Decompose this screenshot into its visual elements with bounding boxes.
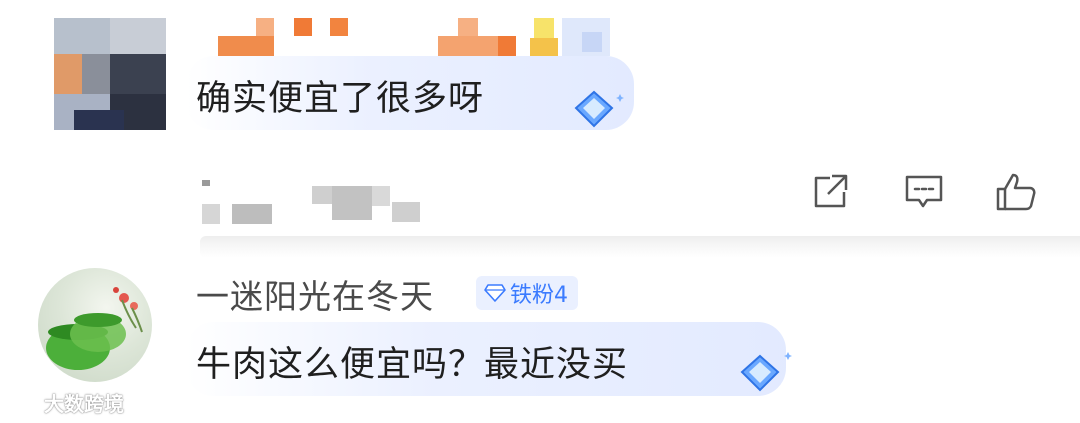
weibo-logo-icon: [10, 393, 39, 414]
fan-badge-label: 铁粉4: [510, 283, 568, 308]
share-icon[interactable]: [808, 170, 852, 214]
username[interactable]: 一迷阳光在冬天: [196, 270, 434, 318]
comment-icon[interactable]: [902, 170, 946, 214]
divider: [200, 236, 1080, 258]
avatar[interactable]: [38, 268, 152, 382]
timestamp-blurred: [196, 176, 436, 226]
fan-diamond-icon: [484, 284, 506, 302]
username-blurred: [218, 18, 628, 58]
watermark: 大数跨境: [10, 388, 124, 417]
blue-diamond-icon: [736, 350, 792, 394]
thumbs-up-icon[interactable]: [994, 170, 1038, 214]
fan-badge: 铁粉4: [476, 276, 578, 310]
comment-text: 确实便宜了很多呀: [196, 79, 485, 119]
watermark-text: 大数跨境: [44, 392, 124, 416]
comment-text: 牛肉这么便宜吗？最近没买: [196, 345, 629, 385]
avatar[interactable]: [54, 18, 166, 130]
blue-diamond-icon: [572, 88, 624, 132]
